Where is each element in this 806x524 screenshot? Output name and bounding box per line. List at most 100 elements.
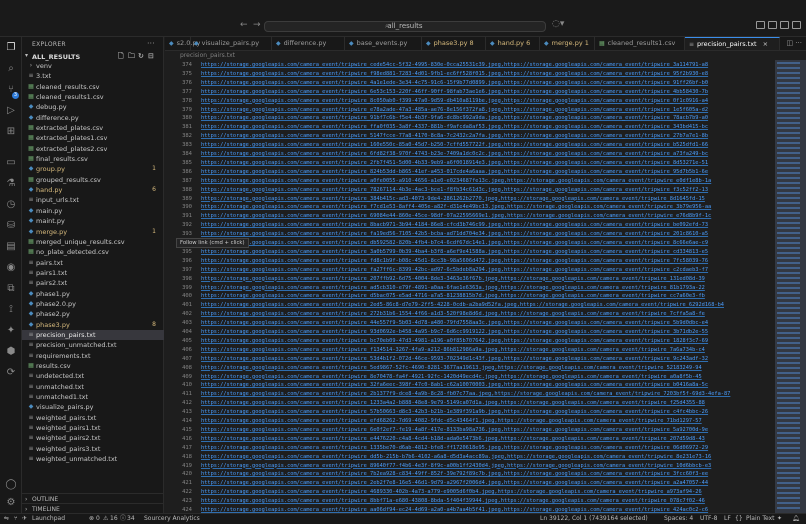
code-line-link[interactable]: https://storage.googleapis.com/camera_ev… xyxy=(201,284,705,293)
docker-icon[interactable]: ⧉ xyxy=(5,283,17,295)
code-line-link[interactable]: https://storage.googleapis.com/camera_ev… xyxy=(201,408,708,417)
file-item[interactable]: ◆ difference.py xyxy=(22,113,164,123)
code-line-link[interactable]: https://storage.googleapis.com/camera_ev… xyxy=(201,266,708,275)
file-item[interactable]: ▦ extracted_plates.csv xyxy=(22,123,164,133)
back-arrow-icon[interactable]: ← xyxy=(240,20,248,30)
minimap[interactable] xyxy=(775,60,806,513)
code-line-link[interactable]: https://storage.googleapis.com/camera_ev… xyxy=(201,141,708,150)
run-debug-icon[interactable]: ▷ xyxy=(5,105,17,117)
code-line-link[interactable]: https://storage.googleapis.com/camera_ev… xyxy=(201,186,708,195)
command-center-search[interactable]: ⌕ all_results xyxy=(264,21,546,32)
customize-layout-icon[interactable] xyxy=(792,21,801,29)
code-line-link[interactable]: https://storage.googleapis.com/camera_ev… xyxy=(201,275,705,284)
editor-content[interactable]: https://storage.googleapis.com/camera_ev… xyxy=(201,60,770,513)
code-line-link[interactable]: https://storage.googleapis.com/camera_ev… xyxy=(201,497,705,506)
code-line-link[interactable]: https://storage.googleapis.com/camera_ev… xyxy=(201,479,708,488)
code-line-link[interactable]: https://storage.googleapis.com/camera_ev… xyxy=(201,346,705,355)
code-line-link[interactable]: https://storage.googleapis.com/camera_ev… xyxy=(201,355,708,364)
code-line-link[interactable]: https://storage.googleapis.com/camera_ev… xyxy=(201,462,711,471)
toggle-secondary-sidebar-icon[interactable] xyxy=(780,21,789,29)
code-line-link[interactable]: https://storage.googleapis.com/camera_ev… xyxy=(201,506,708,513)
indentation[interactable]: Spaces: 4 xyxy=(664,514,693,524)
file-item[interactable]: ≡ precision_pairs.txt xyxy=(22,329,164,341)
file-item[interactable]: ◆ phase2.0.py xyxy=(22,299,164,309)
file-item[interactable]: ▦ final_results.csv xyxy=(22,154,164,164)
split-editor-icon[interactable]: ◫ ··· xyxy=(786,39,802,47)
file-item[interactable]: ≡ weighted_pairs.txt xyxy=(22,413,164,423)
database-icon[interactable]: ⛁ xyxy=(5,220,17,232)
code-line-link[interactable]: https://storage.googleapis.com/camera_ev… xyxy=(201,390,730,399)
settings-gear-icon[interactable]: ⚙ xyxy=(5,497,17,509)
launchpad-item[interactable]: Launchpad xyxy=(32,514,65,524)
file-item[interactable]: ≡ input_urls.txt xyxy=(22,195,164,205)
account-icon[interactable]: ◯ xyxy=(5,479,17,491)
file-item[interactable]: ◆ maint.py xyxy=(22,216,164,226)
code-line-link[interactable]: https://storage.googleapis.com/camera_ev… xyxy=(201,488,702,497)
tab-base-events-py[interactable]: ◆ base_events.py xyxy=(345,37,422,50)
toggle-primary-sidebar-icon[interactable] xyxy=(756,21,765,29)
file-item[interactable]: ▦ results.csv xyxy=(22,361,164,371)
code-line-link[interactable]: https://storage.googleapis.com/camera_ev… xyxy=(201,79,708,88)
code-line-link[interactable]: https://storage.googleapis.com/camera_ev… xyxy=(201,417,702,426)
file-item[interactable]: ◆ main.py xyxy=(22,206,164,216)
tab-hand-py[interactable]: ◆ hand.py 6 xyxy=(486,37,540,50)
file-item[interactable]: ≡ weighted_pairs3.txt xyxy=(22,444,164,454)
code-line-link[interactable]: https://storage.googleapis.com/camera_ev… xyxy=(201,248,708,257)
timeline-section[interactable]: › TIMELINE xyxy=(22,503,164,513)
code-line-link[interactable]: https://storage.googleapis.com/camera_ev… xyxy=(201,470,708,479)
file-item[interactable]: ≡ pairs2.txt xyxy=(22,278,164,288)
code-line-link[interactable]: https://storage.googleapis.com/camera_ev… xyxy=(201,239,708,248)
code-line-link[interactable]: https://storage.googleapis.com/camera_ev… xyxy=(201,337,708,346)
explorer-icon[interactable]: ❐ xyxy=(5,42,17,54)
code-line-link[interactable]: https://storage.googleapis.com/camera_ev… xyxy=(201,221,708,230)
file-item[interactable]: ▦ cleaned_results.csv xyxy=(22,82,164,92)
github-icon[interactable]: ◉ xyxy=(5,262,17,274)
file-item[interactable]: ≡ unmatched1.txt xyxy=(22,392,164,402)
file-item[interactable]: ◆ phase1.py xyxy=(22,289,164,299)
code-line-link[interactable]: https://storage.googleapis.com/camera_ev… xyxy=(201,203,711,212)
close-icon[interactable]: × xyxy=(763,40,768,48)
timeline-icon[interactable]: ◷ xyxy=(5,199,17,211)
file-item[interactable]: ≡ weighted_unmatched.txt xyxy=(22,454,164,464)
file-item[interactable]: ≡ undetected.txt xyxy=(22,371,164,381)
tab-s2-0-py[interactable]: ◆ s2.0.py xyxy=(165,37,200,50)
file-item[interactable]: ≡ weighted_pairs1.txt xyxy=(22,423,164,433)
code-line-link[interactable]: https://storage.googleapis.com/camera_ev… xyxy=(201,97,708,106)
more-actions-icon[interactable]: ··· xyxy=(147,39,155,48)
file-item[interactable]: ▦ extracted_plates1.csv xyxy=(22,133,164,143)
file-item[interactable]: ◆ phase3.py 8 xyxy=(22,320,164,330)
refresh-icon[interactable]: ↻ xyxy=(138,52,144,60)
file-item[interactable]: ◆ group.py 1 xyxy=(22,164,164,174)
code-line-link[interactable]: https://storage.googleapis.com/camera_ev… xyxy=(201,70,708,79)
git-graph-icon[interactable]: ⟟ xyxy=(5,304,17,316)
info-count[interactable]: 34 xyxy=(127,514,135,524)
file-item[interactable]: ◆ phase2.py xyxy=(22,309,164,319)
tab-difference-py[interactable]: ◆ difference.py xyxy=(272,37,345,50)
collapse-all-icon[interactable]: ⊟ xyxy=(148,52,154,60)
file-item[interactable]: ▦ merged_unique_results.csv xyxy=(22,237,164,247)
code-line-link[interactable]: https://storage.googleapis.com/camera_ev… xyxy=(201,114,708,123)
line-ending[interactable]: LF xyxy=(724,514,731,524)
breadcrumb[interactable]: precision_pairs.txt xyxy=(165,51,806,60)
sourcery-item[interactable]: Sourcery Analytics xyxy=(144,514,200,524)
code-line-link[interactable]: https://storage.googleapis.com/camera_ev… xyxy=(201,364,702,373)
file-item[interactable]: ▦ cleaned_results1.csv xyxy=(22,92,164,102)
code-line-link[interactable]: https://storage.googleapis.com/camera_ev… xyxy=(201,399,705,408)
file-item[interactable]: ≡ 3.txt xyxy=(22,71,164,81)
file-item[interactable]: ◆ merge.py 1 xyxy=(22,227,164,237)
language-mode[interactable]: Plain Text xyxy=(746,514,774,524)
testing-icon[interactable]: ⚗ xyxy=(5,178,17,190)
branch-icon[interactable]: ⑂ xyxy=(14,514,18,524)
code-line-link[interactable]: https://storage.googleapis.com/camera_ev… xyxy=(201,177,711,186)
code-line-link[interactable]: https://storage.googleapis.com/camera_ev… xyxy=(201,257,708,266)
code-line-link[interactable]: https://storage.googleapis.com/camera_ev… xyxy=(201,381,708,390)
tab-merge-py[interactable]: ◆ merge.py 1 xyxy=(540,37,595,50)
code-line-link[interactable]: https://storage.googleapis.com/camera_ev… xyxy=(201,373,702,382)
workspace-folder-header[interactable]: ▾ ALL_RESULTS 🗋 🗀 ↻ ⊟ xyxy=(22,52,164,61)
outline-section[interactable]: › OUTLINE xyxy=(22,493,164,503)
code-line-link[interactable]: https://storage.googleapis.com/camera_ev… xyxy=(201,168,708,177)
file-item[interactable]: ≡ requirements.txt xyxy=(22,351,164,361)
file-item[interactable]: ≡ unmatched.txt xyxy=(22,382,164,392)
code-line-link[interactable]: https://storage.googleapis.com/camera_ev… xyxy=(201,106,708,115)
code-line-link[interactable]: https://storage.googleapis.com/camera_ev… xyxy=(201,150,708,159)
